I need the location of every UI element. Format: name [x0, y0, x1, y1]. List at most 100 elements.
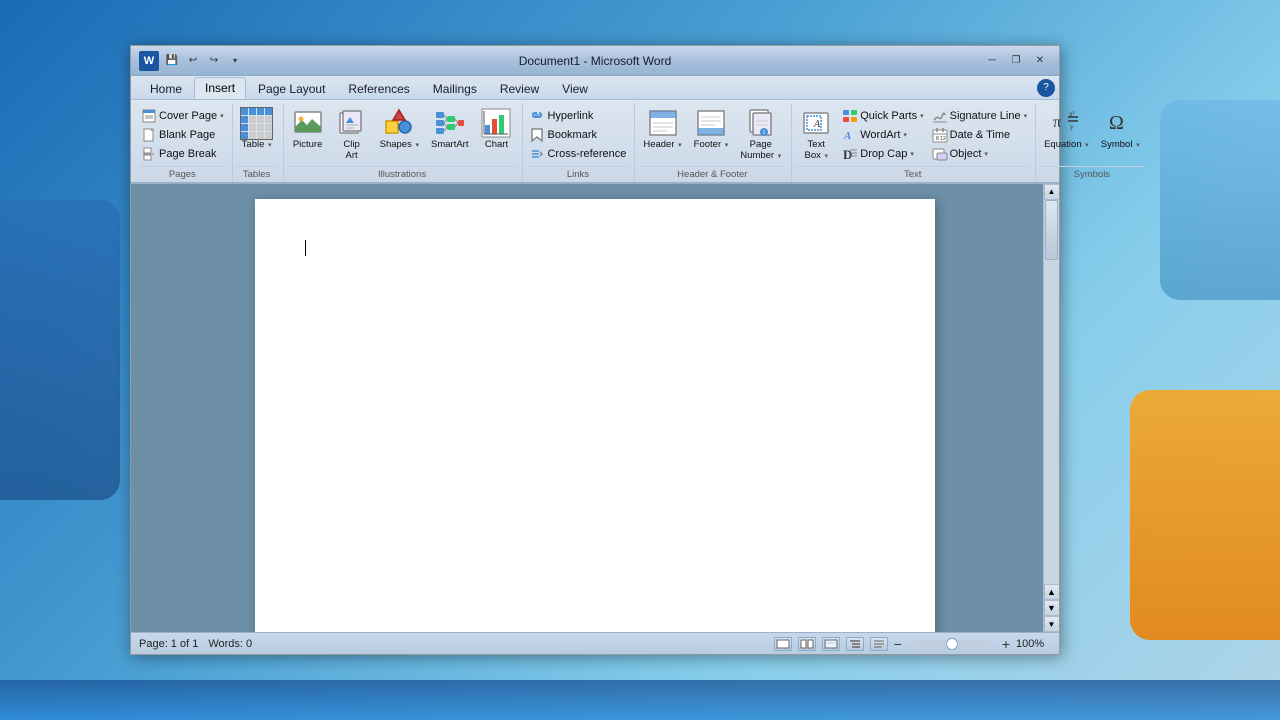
quick-parts-button[interactable]: Quick Parts ▾ — [840, 107, 925, 125]
tab-home[interactable]: Home — [139, 77, 193, 99]
quick-parts-label: Quick Parts — [860, 110, 917, 122]
zoom-thumb[interactable] — [946, 638, 958, 650]
ribbon-group-header-footer: Header ▾ Footer ▾ — [635, 103, 792, 182]
date-time-button[interactable]: 8 12 Date & Time — [930, 126, 1029, 144]
svg-text:y: y — [1070, 123, 1074, 131]
signature-line-button[interactable]: Signature Line ▾ — [930, 107, 1029, 125]
cross-reference-label: Cross-reference — [547, 148, 626, 160]
smartart-button[interactable]: SmartArt — [427, 105, 472, 152]
document-page[interactable] — [255, 199, 935, 632]
header-icon — [647, 107, 679, 139]
restore-button[interactable]: ❐ — [1005, 52, 1027, 70]
svg-text:x²: x² — [1069, 110, 1075, 118]
clip-art-label: ClipArt — [343, 139, 359, 162]
pages-col: Cover Page ▾ Blank Page — [139, 105, 226, 163]
drop-cap-label: Drop Cap — [860, 148, 907, 160]
cross-reference-button[interactable]: Cross-reference — [527, 145, 628, 163]
tab-references[interactable]: References — [337, 77, 420, 99]
page-break-icon — [141, 146, 157, 162]
zoom-in-scroll[interactable]: ▲ — [1044, 584, 1060, 600]
footer-label: Footer ▾ — [694, 139, 729, 150]
tab-view[interactable]: View — [551, 77, 599, 99]
header-button[interactable]: Header ▾ — [639, 105, 685, 152]
symbols-group-content: π x² y Equation ▾ Ω — [1040, 105, 1144, 164]
view-full-reading[interactable] — [798, 637, 816, 651]
sig-arrow: ▾ — [1024, 112, 1028, 120]
undo-quick-btn[interactable]: ↩ — [184, 52, 202, 70]
title-bar-left: W 💾 ↩ ↪ ▾ — [139, 51, 244, 71]
text-group-label: Text — [796, 166, 1029, 180]
tables-group-label: Tables — [237, 166, 277, 180]
quick-parts-arrow: ▾ — [920, 112, 924, 120]
links-group-label: Links — [527, 166, 628, 180]
equation-button[interactable]: π x² y Equation ▾ — [1040, 105, 1093, 152]
drop-cap-button[interactable]: D Drop Cap ▾ — [840, 145, 925, 163]
svg-text:A: A — [813, 119, 821, 130]
window-title: Document1 - Microsoft Word — [519, 54, 672, 68]
view-outline[interactable] — [846, 637, 864, 651]
illustrations-group-label: Illustrations — [288, 166, 517, 180]
scroll-down-btn[interactable]: ▼ — [1044, 616, 1060, 632]
wordart-arrow: ▾ — [903, 131, 907, 139]
picture-icon — [292, 107, 324, 139]
scroll-track[interactable] — [1044, 200, 1059, 584]
symbol-button[interactable]: Ω Symbol ▾ — [1097, 105, 1144, 152]
footer-button[interactable]: Footer ▾ — [690, 105, 733, 152]
cover-page-icon — [141, 108, 157, 124]
cover-page-button[interactable]: Cover Page ▾ — [139, 107, 226, 125]
cover-page-label: Cover Page — [159, 110, 217, 122]
bookmark-button[interactable]: Bookmark — [527, 126, 628, 144]
object-button[interactable]: Object ▾ — [930, 145, 1029, 163]
customize-quick-btn[interactable]: ▾ — [226, 52, 244, 70]
text-cursor — [305, 240, 306, 256]
view-print-layout[interactable] — [774, 637, 792, 651]
table-button[interactable]: Table ▾ — [237, 105, 277, 152]
tab-page-layout[interactable]: Page Layout — [247, 77, 336, 99]
text-box-button[interactable]: A TextBox ▾ — [796, 105, 836, 164]
view-web-layout[interactable] — [822, 637, 840, 651]
ribbon-group-symbols: π x² y Equation ▾ Ω — [1036, 103, 1150, 182]
help-button[interactable]: ? — [1037, 79, 1055, 97]
scrollbar-vertical[interactable]: ▲ ▲ ▼ ▼ — [1043, 184, 1059, 632]
tab-review[interactable]: Review — [489, 77, 550, 99]
drop-cap-icon: D — [842, 146, 858, 162]
picture-button[interactable]: Picture — [288, 105, 328, 152]
page-break-button[interactable]: Page Break — [139, 145, 226, 163]
tab-mailings[interactable]: Mailings — [422, 77, 488, 99]
zoom-minus-btn[interactable]: − — [894, 637, 902, 651]
shapes-button[interactable]: Shapes ▾ — [376, 105, 423, 152]
minimize-button[interactable]: ─ — [981, 52, 1003, 70]
links-group-content: Hyperlink Bookmark — [527, 105, 628, 164]
view-draft[interactable] — [870, 637, 888, 651]
chart-button[interactable]: Chart — [476, 105, 516, 152]
hyperlink-button[interactable]: Hyperlink — [527, 107, 628, 125]
zoom-out-scroll[interactable]: ▼ — [1044, 600, 1060, 616]
zoom-slider[interactable] — [912, 640, 992, 648]
clip-art-button[interactable]: ClipArt — [332, 105, 372, 164]
date-time-label: Date & Time — [950, 129, 1011, 141]
drop-cap-arrow: ▾ — [910, 150, 914, 158]
bookmark-icon — [529, 127, 545, 143]
zoom-plus-btn[interactable]: + — [1002, 637, 1010, 651]
blank-page-button[interactable]: Blank Page — [139, 126, 226, 144]
scroll-thumb[interactable] — [1045, 200, 1058, 260]
status-right: − + 100% — [774, 637, 1051, 651]
close-button[interactable]: ✕ — [1029, 52, 1051, 70]
taskbar — [0, 680, 1280, 720]
shapes-icon — [383, 107, 415, 139]
ribbon-group-text: A TextBox ▾ — [792, 103, 1036, 182]
symbol-icon: Ω — [1104, 107, 1136, 139]
chart-label: Chart — [485, 139, 508, 150]
svg-text:Ω: Ω — [1109, 112, 1124, 134]
ribbon-group-tables: Table ▾ Tables — [233, 103, 284, 182]
redo-quick-btn[interactable]: ↪ — [205, 52, 223, 70]
object-arrow: ▾ — [984, 150, 988, 158]
page-number-button[interactable]: 1 PageNumber ▾ — [736, 105, 785, 164]
scroll-up-btn[interactable]: ▲ — [1044, 184, 1060, 200]
save-quick-btn[interactable]: 💾 — [163, 52, 181, 70]
header-footer-group-label: Header & Footer — [639, 166, 785, 180]
tab-insert[interactable]: Insert — [194, 77, 246, 99]
text-col-right: Quick Parts ▾ A WordArt ▾ — [840, 105, 925, 163]
bg-decoration-orange — [1130, 390, 1280, 640]
wordart-button[interactable]: A WordArt ▾ — [840, 126, 925, 144]
